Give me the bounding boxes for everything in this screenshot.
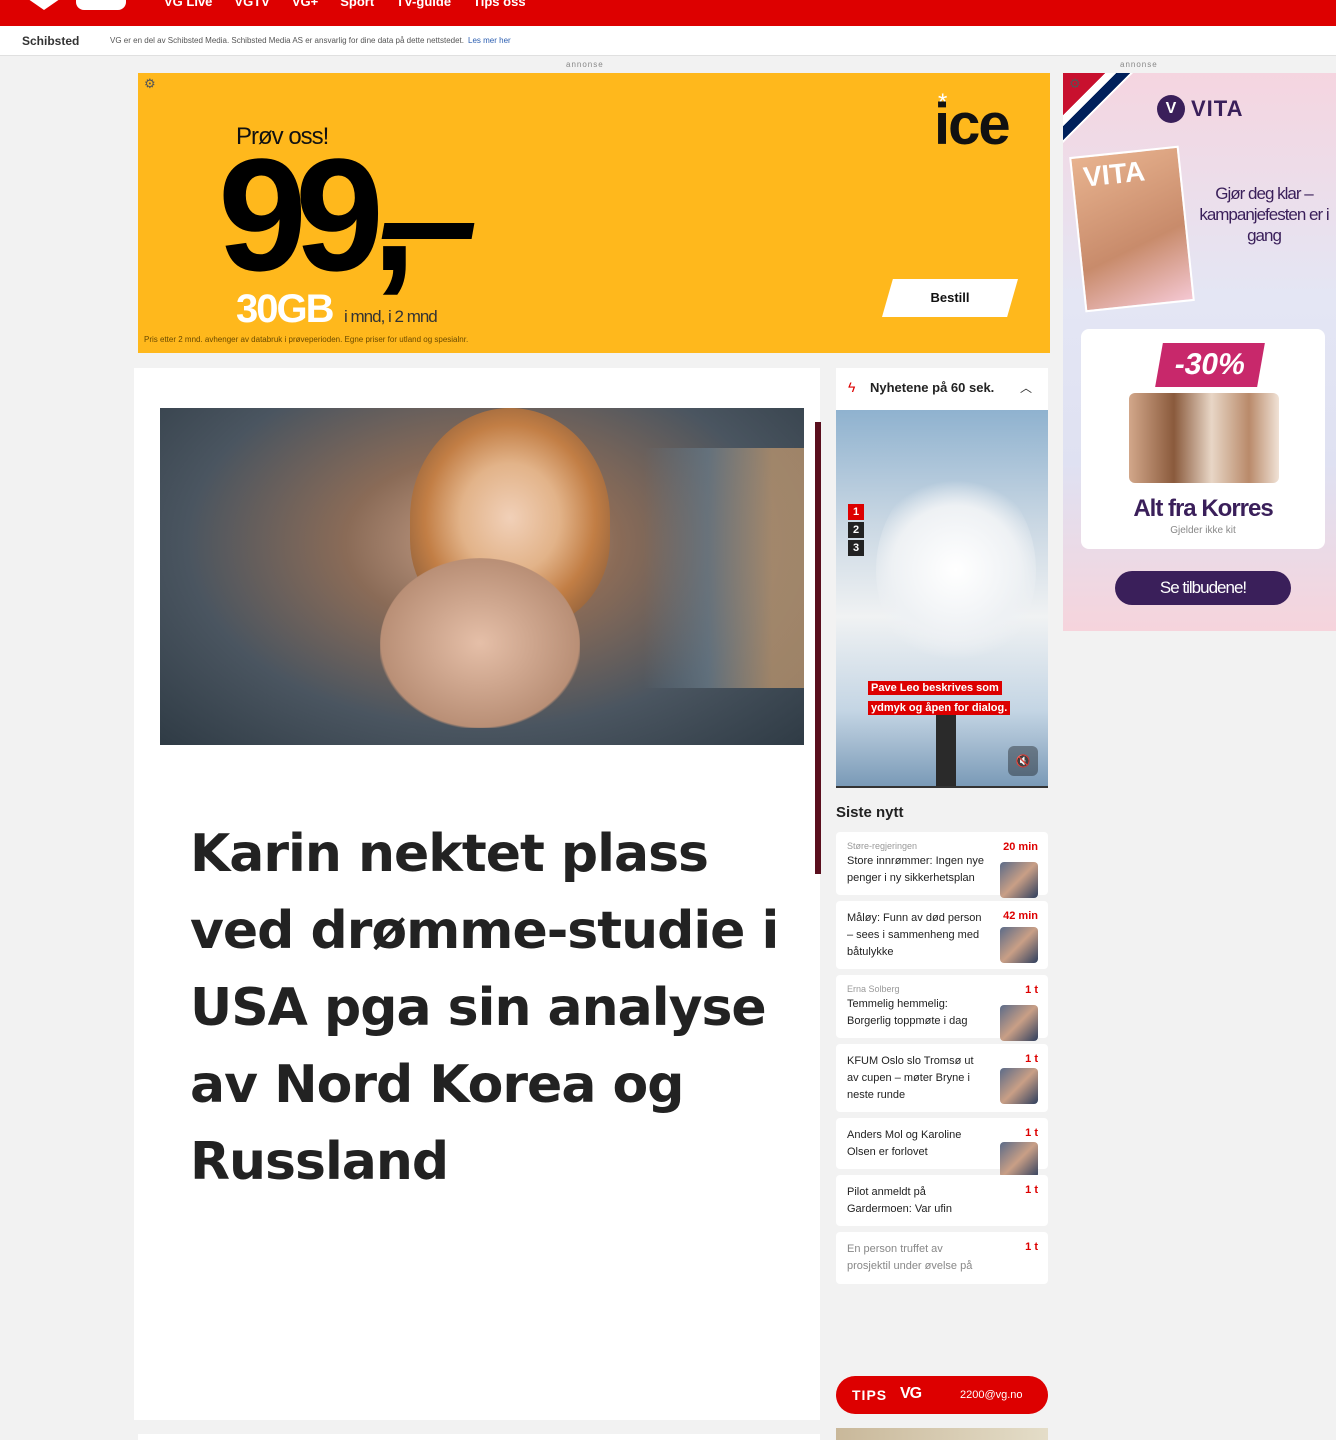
tips-vg-button[interactable]: TIPS VG 2200@vg.no — [836, 1376, 1048, 1414]
news-time: 1 t — [1025, 1053, 1038, 1065]
vita-logo: V VITA — [1157, 95, 1243, 123]
nav-link-tv-guide[interactable]: TV-guide — [396, 0, 451, 9]
news-title: Store innrømmer: Ingen nye penger i ny s… — [847, 855, 984, 884]
vita-product-name: Alt fra Korres — [1133, 495, 1273, 522]
chevron-up-icon[interactable]: ︿ — [1020, 379, 1032, 396]
gear-icon[interactable]: ⚙ — [144, 77, 158, 91]
news-title: Måløy: Funn av død person – sees i samme… — [847, 912, 982, 958]
chapter-1[interactable]: 1 — [848, 504, 864, 520]
vita-logo-text: VITA — [1191, 96, 1244, 121]
vita-tagline: Gjør deg klar – kampanjefesten er i gang — [1199, 184, 1329, 245]
list-item[interactable]: Pilot anmeldt på Gardermoen: Var ufin 1 … — [836, 1175, 1048, 1226]
vita-product-card: -30% Alt fra Korres Gjelder ikke kit — [1081, 329, 1325, 549]
news-60-label: Nyhetene på 60 sek. — [870, 380, 995, 395]
news-time: 42 min — [1003, 910, 1038, 922]
vita-note: Gjelder ikke kit — [1170, 525, 1236, 536]
article-headline[interactable]: Karin nektet plass ved drømme-studie i U… — [190, 816, 786, 1201]
top-navigation-bar: VG Live VGTV VG+ Sport TV-guide Tips oss — [0, 0, 1336, 26]
vg-logo[interactable] — [18, 0, 126, 22]
news-kicker: Erna Solberg — [847, 984, 900, 994]
news-thumbnail — [1000, 1142, 1038, 1178]
vita-side-ad[interactable]: ⚙ V VITA VITA Gjør deg klar – kampanjefes… — [1063, 73, 1336, 631]
ice-period: i mnd, i 2 mnd — [344, 307, 438, 326]
list-item[interactable]: KFUM Oslo slo Tromsø ut av cupen – møter… — [836, 1044, 1048, 1112]
latest-news-heading: Siste nytt — [836, 804, 904, 821]
ice-price: 99, — [218, 125, 416, 304]
ice-data-amount: 30GB — [236, 287, 334, 331]
article-card[interactable]: Karin nektet plass ved drømme-studie i U… — [134, 368, 820, 1420]
lightning-icon: ϟ — [848, 379, 856, 395]
read-more-link[interactable]: Les mer her — [468, 36, 511, 45]
list-item[interactable]: En person truffet av prosjektil under øv… — [836, 1232, 1048, 1284]
article-image[interactable] — [160, 408, 804, 745]
mute-icon[interactable]: 🔇 — [1008, 746, 1038, 776]
news-kicker: Støre-regjeringen — [847, 841, 918, 851]
ice-logo: ice — [934, 92, 1011, 157]
nav-link-sport[interactable]: Sport — [340, 0, 374, 9]
next-article-card[interactable] — [138, 1434, 820, 1440]
news-time: 1 t — [1025, 1241, 1038, 1253]
nav-links: VG Live VGTV VG+ Sport TV-guide Tips oss — [164, 0, 526, 9]
news-time: 1 t — [1025, 1127, 1038, 1139]
gear-icon[interactable]: ⚙ — [1069, 77, 1083, 91]
schibsted-notice: VG er en del av Schibsted Media. Schibst… — [110, 36, 511, 45]
news-video-player[interactable]: 1 2 3 Pave Leo beskrives som ydmyk og åp… — [836, 410, 1048, 788]
nav-link-tips-oss[interactable]: Tips oss — [473, 0, 526, 9]
nav-link-vg-plus[interactable]: VG+ — [292, 0, 318, 9]
ice-fine-print: Pris etter 2 mnd. avhenger av databruk i… — [144, 335, 469, 344]
video-chapter-list: 1 2 3 — [848, 504, 864, 556]
chapter-3[interactable]: 3 — [848, 540, 864, 556]
news-thumbnail — [1000, 1068, 1038, 1104]
bestill-button[interactable]: Bestill — [882, 279, 1018, 317]
vita-magazine-image: VITA — [1069, 145, 1195, 313]
korres-products-image — [1129, 393, 1279, 483]
list-item[interactable]: Erna Solberg Temmelig hemmelig: Borgerli… — [836, 975, 1048, 1041]
next-teaser-image[interactable] — [836, 1428, 1048, 1440]
nav-link-vgtv[interactable]: VGTV — [234, 0, 269, 9]
news-60-header[interactable]: ϟ Nyhetene på 60 sek. ︿ — [836, 368, 1048, 410]
news-time: 1 t — [1025, 1184, 1038, 1196]
news-title: Pilot anmeldt på Gardermoen: Var ufin — [847, 1186, 952, 1215]
vita-magazine-title: VITA — [1081, 155, 1147, 193]
article-accent-bar — [815, 422, 821, 874]
news-title: Temmelig hemmelig: Borgerlig toppmøte i … — [847, 998, 968, 1027]
news-time: 1 t — [1025, 984, 1038, 996]
news-thumbnail — [1000, 1005, 1038, 1041]
ad-label: annonse — [566, 60, 604, 69]
ad-label-side: annonse — [1120, 60, 1158, 69]
tips-contact: 2200@vg.no — [960, 1389, 1023, 1401]
vg-brand: VG — [900, 1385, 922, 1402]
news-title: KFUM Oslo slo Tromsø ut av cupen – møter… — [847, 1055, 974, 1101]
see-offers-button[interactable]: Se tilbudene! — [1115, 571, 1291, 605]
news-time: 20 min — [1003, 841, 1038, 853]
news-thumbnail — [1000, 927, 1038, 963]
ice-banner-ad[interactable]: ⚙ Prøv oss! 99, 30GB i mnd, i 2 mnd * ic… — [138, 73, 1050, 353]
schibsted-notice-text: VG er en del av Schibsted Media. Schibst… — [110, 36, 464, 45]
list-item[interactable]: Støre-regjeringen Store innrømmer: Ingen… — [836, 832, 1048, 898]
video-caption-text: Pave Leo beskrives som ydmyk og åpen for… — [868, 681, 1011, 715]
schibsted-bar: Schibsted VG er en del av Schibsted Medi… — [0, 26, 1336, 56]
nav-link-vg-live[interactable]: VG Live — [164, 0, 212, 9]
news-title: En person truffet av prosjektil under øv… — [847, 1243, 973, 1272]
tips-label: TIPS — [852, 1387, 888, 1403]
list-item[interactable]: Anders Mol og Karoline Olsen er forlovet… — [836, 1118, 1048, 1178]
video-caption: Pave Leo beskrives som ydmyk og åpen for… — [868, 678, 1018, 718]
chapter-2[interactable]: 2 — [848, 522, 864, 538]
list-item[interactable]: Måløy: Funn av død person – sees i samme… — [836, 901, 1048, 969]
news-title: Anders Mol og Karoline Olsen er forlovet — [847, 1129, 962, 1158]
schibsted-logo[interactable]: Schibsted — [22, 34, 79, 48]
latest-news-list: Støre-regjeringen Store innrømmer: Ingen… — [836, 832, 1048, 1290]
discount-badge: -30% — [1155, 343, 1265, 387]
news-thumbnail — [1000, 862, 1038, 898]
